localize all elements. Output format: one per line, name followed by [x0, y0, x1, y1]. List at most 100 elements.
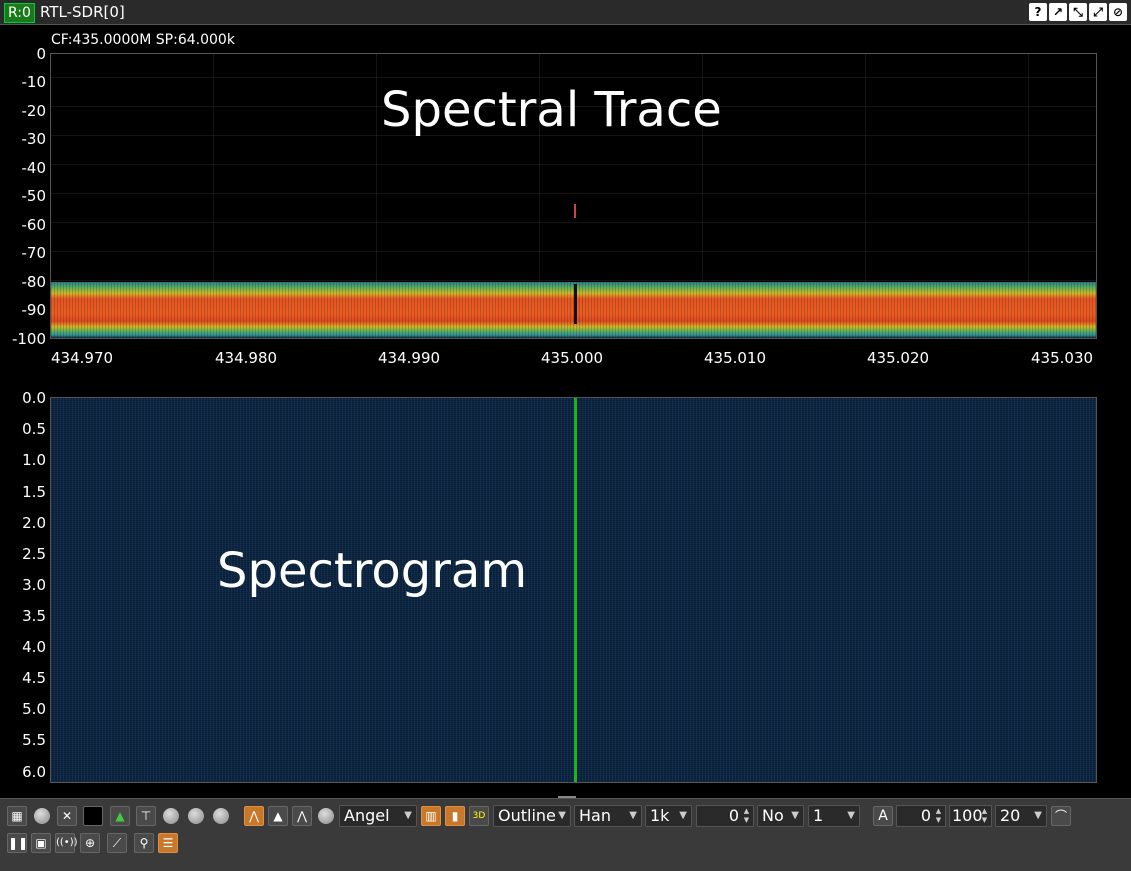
- spectrum-fill-icon[interactable]: ▲: [110, 806, 130, 826]
- frequency-tick: 434.970: [51, 349, 114, 367]
- detach-icon[interactable]: ↗: [1049, 3, 1067, 21]
- spectrum-y-tick: -100: [11, 330, 46, 348]
- trace-style-value: Outline: [498, 806, 556, 825]
- frequency-tick: 434.980: [215, 349, 278, 367]
- spectrogram-y-tick: 5.0: [22, 700, 46, 718]
- range-spinbox[interactable]: 100 ▲ ▼: [949, 805, 992, 827]
- fft-size-select[interactable]: 1k ▼: [645, 805, 692, 827]
- waterfall-trace-icon[interactable]: ⋀: [244, 806, 264, 826]
- fft-overlap-spinbox[interactable]: 0 ▲ ▼: [696, 805, 754, 827]
- center-frequency-line: [574, 398, 577, 782]
- grid-icon[interactable]: ▦: [7, 806, 27, 826]
- chevron-down-icon: ▼: [791, 810, 799, 821]
- spectrum-y-tick: -10: [21, 73, 47, 91]
- spectrum-y-tick: -50: [21, 187, 47, 205]
- crosshair-icon[interactable]: ⊕: [80, 833, 100, 853]
- dc-spike: [574, 284, 577, 324]
- spectrogram-y-tick: 0.0: [22, 389, 46, 407]
- pause-icon[interactable]: ❚❚: [7, 833, 28, 853]
- trace-style-select[interactable]: Outline ▼: [493, 805, 571, 827]
- center-frequency-readout: CF:435.0000M SP:64.000k: [51, 32, 235, 48]
- menu-icon[interactable]: ☰: [158, 833, 178, 853]
- fft-size-value: 1k: [650, 806, 670, 825]
- spectral-trace-plot[interactable]: Spectral Trace: [50, 53, 1097, 339]
- maximize-icon[interactable]: ⤢: [1089, 3, 1107, 21]
- fps-select[interactable]: 20 ▼: [995, 805, 1047, 827]
- rx-badge[interactable]: R:0: [4, 3, 35, 23]
- marker-icon[interactable]: ⚲: [134, 833, 154, 853]
- color-picker-button[interactable]: [83, 806, 103, 826]
- linear-scale-icon[interactable]: ⌒: [1051, 806, 1071, 826]
- frequency-tick: 434.990: [378, 349, 441, 367]
- spectrum-y-tick: -40: [21, 159, 47, 177]
- palette-value: Angel: [344, 806, 390, 825]
- spectrogram-label: Spectrogram: [217, 543, 528, 599]
- 3d-map-icon[interactable]: 3D: [469, 806, 489, 826]
- fft-overlap-value: 0: [728, 806, 739, 825]
- decay-knob[interactable]: [163, 808, 179, 824]
- spectrogram-y-tick: 4.5: [22, 669, 46, 687]
- spectrum-y-tick: -70: [21, 244, 47, 262]
- palette-select[interactable]: Angel ▼: [339, 805, 417, 827]
- ref-level-value: 0: [920, 806, 931, 825]
- spin-arrows-icon: ▲ ▼: [935, 807, 942, 824]
- shrink-icon[interactable]: ⤡: [1069, 3, 1087, 21]
- current-trace-icon[interactable]: ▲: [268, 806, 288, 826]
- waterfall-show-icon[interactable]: ▮: [445, 806, 465, 826]
- spectrogram-y-tick: 1.0: [22, 451, 46, 469]
- spectrum-display: CF:435.0000M SP:64.000k 0 -10 -20 -30 -4…: [0, 25, 1131, 797]
- spin-arrows-icon: ▲ ▼: [981, 807, 988, 824]
- device-title: RTL-SDR[0]: [40, 3, 125, 21]
- frequency-tick: 435.010: [704, 349, 767, 367]
- averaging-mode-value: No: [762, 806, 784, 825]
- auto-scale-button[interactable]: A: [873, 806, 893, 826]
- grid-intensity-knob[interactable]: [34, 808, 50, 824]
- signal-peak: [574, 204, 576, 218]
- ruler-icon[interactable]: ⟋: [107, 833, 127, 853]
- hide-icon[interactable]: ⊘: [1109, 3, 1127, 21]
- help-icon[interactable]: ?: [1029, 3, 1047, 21]
- spectrum-y-tick: -60: [21, 216, 47, 234]
- frequency-tick: 435.000: [541, 349, 604, 367]
- spectrogram-plot[interactable]: Spectrogram: [50, 397, 1097, 783]
- spectrogram-y-tick: 3.0: [22, 576, 46, 594]
- spectrum-y-tick: 0: [36, 45, 46, 63]
- chevron-down-icon: ▼: [679, 810, 687, 821]
- spectrogram-y-tick: 4.0: [22, 638, 46, 656]
- averaging-count-select[interactable]: 1 ▼: [808, 805, 860, 827]
- spectrogram-y-tick: 0.5: [22, 420, 46, 438]
- chevron-down-icon: ▼: [558, 810, 566, 821]
- range-value: 100: [952, 806, 983, 825]
- stroke-knob[interactable]: [213, 808, 229, 824]
- broadcast-icon[interactable]: ((•)): [55, 833, 78, 853]
- spectrogram-y-tick: 2.5: [22, 545, 46, 563]
- trace-intensity-knob[interactable]: [318, 808, 334, 824]
- fft-window-value: Han: [579, 806, 611, 825]
- spectrogram-y-tick: 1.5: [22, 483, 46, 501]
- spectrum-y-tick: -20: [21, 102, 47, 120]
- chevron-down-icon: ▼: [1034, 810, 1042, 821]
- spectrogram-y-tick: 3.5: [22, 607, 46, 625]
- fft-window-select[interactable]: Han ▼: [574, 805, 642, 827]
- frequency-tick: 435.030: [1031, 349, 1094, 367]
- spectrogram-y-tick: 2.0: [22, 514, 46, 532]
- spin-arrows-icon: ▲ ▼: [743, 807, 750, 824]
- spectrum-y-tick: -80: [21, 273, 47, 291]
- chevron-down-icon: ▼: [404, 810, 412, 821]
- title-bar: R:0 RTL-SDR[0] ? ↗ ⤡ ⤢ ⊘: [0, 0, 1131, 25]
- spectrum-y-tick: -90: [21, 301, 47, 319]
- waterfall-grid-icon[interactable]: ▥: [421, 806, 441, 826]
- chevron-down-icon: ▼: [847, 810, 855, 821]
- ref-level-spinbox[interactable]: 0 ▲ ▼: [896, 805, 946, 827]
- clear-icon[interactable]: ✕: [57, 806, 77, 826]
- fps-value: 20: [1000, 806, 1021, 825]
- spectral-trace-label: Spectral Trace: [381, 82, 722, 138]
- save-icon[interactable]: ▣: [31, 833, 51, 853]
- averaging-count-value: 1: [813, 806, 824, 825]
- frequency-tick: 435.020: [867, 349, 930, 367]
- max-hold-icon[interactable]: ⊤: [136, 806, 156, 826]
- averaging-mode-select[interactable]: No ▼: [757, 805, 804, 827]
- spectrum-toolbar: ▦ ✕ ▲ ⊤ ⋀ ▲ ⋀ Angel ▼ ▥ ▮ 3D Outline ▼ Han…: [0, 798, 1131, 871]
- decay-divisor-knob[interactable]: [188, 808, 204, 824]
- trace-intensity-icon[interactable]: ⋀: [292, 806, 312, 826]
